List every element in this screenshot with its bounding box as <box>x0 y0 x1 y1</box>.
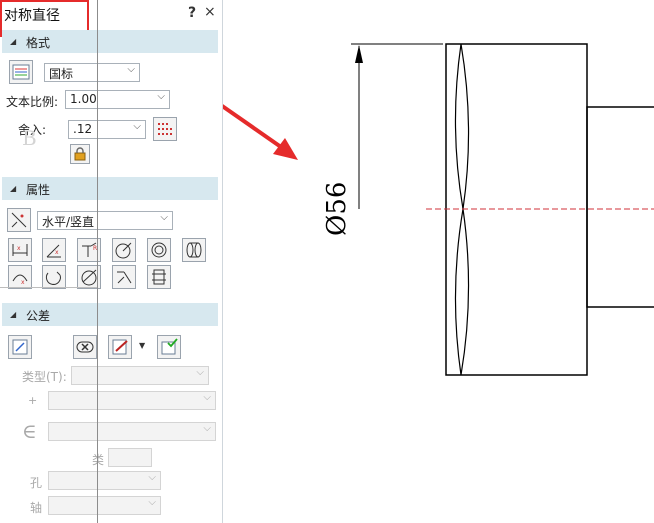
svg-text:x: x <box>17 245 21 252</box>
chevron-down-icon: ⌵ <box>203 392 211 403</box>
radius-circle-icon <box>115 242 132 259</box>
cylinder-icon <box>186 242 202 258</box>
tolerance-style-button[interactable] <box>8 335 32 359</box>
dimension-arrow-icon <box>355 45 363 63</box>
chevron-down-icon: ⌵ <box>127 64 135 75</box>
orientation-button[interactable] <box>7 208 31 232</box>
watermark-glyph-icon: B <box>22 126 37 150</box>
shaft-label: 轴 <box>30 501 43 515</box>
chevron-down-icon: ⌵ <box>148 497 156 508</box>
style-list-icon <box>12 64 30 80</box>
plus-tolerance-select[interactable]: ⌵ <box>48 391 216 410</box>
ordinate-dimension-button[interactable] <box>147 265 171 289</box>
linear-dimension-button[interactable]: x <box>8 238 32 262</box>
angle-dimension-icon: R <box>82 242 97 257</box>
leader-dimension-button[interactable] <box>112 265 136 289</box>
collapse-caret-icon: ◢ <box>10 310 17 319</box>
diagonal-dimension-icon <box>11 212 27 228</box>
hole-label: 孔 <box>30 476 43 490</box>
circle-diameter-icon <box>81 269 97 286</box>
chevron-down-icon: ⌵ <box>148 472 156 483</box>
tolerance-type-label: 类型(T): <box>22 370 67 384</box>
arc-length-button[interactable] <box>42 265 66 289</box>
dimension-panel: 对称直径 ? × ◢ 格式 国标 ⌵ 文本比例: 1.00 ⌵ 舍入: .12 … <box>0 0 223 523</box>
scale-label: 文本比例: <box>6 95 59 109</box>
tolerance-pen-icon <box>12 339 28 355</box>
aligned-dimension-button[interactable]: x <box>42 238 66 262</box>
dropdown-arrow-icon[interactable]: ▼ <box>139 341 145 350</box>
radius-dimension-button[interactable] <box>112 238 136 262</box>
dimension-text[interactable]: Ø56 <box>322 182 352 236</box>
section-format-label: 格式 <box>26 36 51 50</box>
standard-value: 国标 <box>49 67 74 81</box>
help-button[interactable]: ? <box>188 5 196 21</box>
leader-arrow-icon <box>117 271 132 284</box>
standard-select[interactable]: 国标 ⌵ <box>44 63 140 82</box>
arc-dimension-button[interactable]: x <box>8 265 32 289</box>
clear-x-icon <box>76 341 94 353</box>
cursor-crosshair-horizontal <box>0 287 97 288</box>
arc-icon: x <box>12 274 28 286</box>
annotation-arrow-shaft <box>223 104 293 156</box>
shaft-step <box>586 106 654 308</box>
text-scale-select[interactable]: 1.00 ⌵ <box>65 90 170 109</box>
chevron-down-icon: ⌵ <box>160 212 168 223</box>
orientation-value: 水平/竖直 <box>42 215 95 229</box>
section-format[interactable]: ◢ 格式 <box>2 30 218 53</box>
arc-length-icon <box>45 271 61 285</box>
shaft-select[interactable]: ⌵ <box>48 496 161 515</box>
plus-tolerance-label: + <box>28 394 38 407</box>
edit-tolerance-button[interactable] <box>108 335 132 359</box>
lock-button[interactable] <box>70 144 90 164</box>
fit-class-input[interactable] <box>108 448 152 467</box>
epsilon-label: ∈ <box>22 419 37 443</box>
precision-grid-icon <box>158 123 172 135</box>
clear-tolerance-button[interactable] <box>73 335 97 359</box>
tolerance-type-select[interactable]: ⌵ <box>71 366 209 385</box>
fit-class-label: 类 <box>92 453 105 467</box>
edit-pencil-icon <box>112 339 128 355</box>
apply-check-icon <box>161 338 178 355</box>
chevron-down-icon: ⌵ <box>196 367 204 378</box>
annotation-arrow-icon <box>273 138 298 160</box>
section-properties[interactable]: ◢ 属性 <box>2 177 218 200</box>
standard-settings-button[interactable] <box>9 60 33 84</box>
chevron-down-icon: ⌵ <box>133 121 141 132</box>
cylinder-dimension-button[interactable] <box>182 238 206 262</box>
chevron-down-icon: ⌵ <box>157 91 165 102</box>
section-tolerance-label: 公差 <box>26 309 51 323</box>
linear-dimension-icon: x <box>12 244 28 256</box>
orientation-select[interactable]: 水平/竖直 ⌵ <box>37 211 173 230</box>
section-tolerance[interactable]: ◢ 公差 <box>2 303 218 326</box>
close-button[interactable]: × <box>204 4 216 20</box>
collapse-caret-icon: ◢ <box>10 184 17 193</box>
chevron-down-icon: ⌵ <box>203 423 211 434</box>
collapse-caret-icon: ◢ <box>10 37 17 46</box>
section-properties-label: 属性 <box>26 183 51 197</box>
round-select[interactable]: .12 ⌵ <box>68 120 146 139</box>
cursor-crosshair-vertical <box>97 0 98 523</box>
hole-select[interactable]: ⌵ <box>48 471 161 490</box>
svg-text:x: x <box>21 279 25 286</box>
drawing-canvas[interactable]: Ø56 <box>223 0 654 523</box>
ordinate-icon <box>152 269 166 285</box>
apply-tolerance-button[interactable] <box>157 335 181 359</box>
text-scale-value: 1.00 <box>70 92 97 106</box>
precision-button[interactable] <box>153 117 177 141</box>
lock-icon <box>74 147 86 161</box>
round-value: .12 <box>73 122 93 136</box>
minus-tolerance-select[interactable]: ⌵ <box>48 422 216 441</box>
svg-text:x: x <box>55 249 59 256</box>
aligned-dimension-icon: x <box>46 244 61 258</box>
concentric-circle-icon <box>151 242 167 258</box>
concentric-dimension-button[interactable] <box>147 238 171 262</box>
